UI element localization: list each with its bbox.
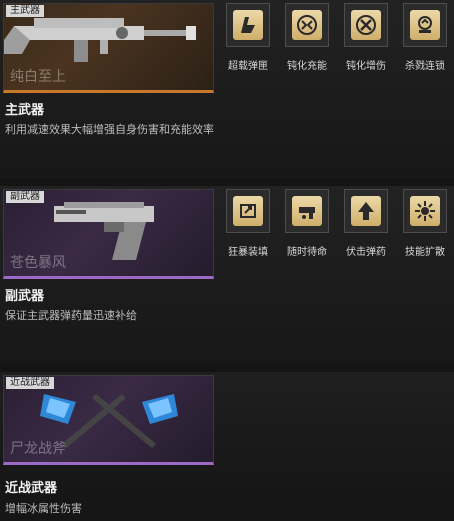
weapon-name: 纯白至上 — [10, 69, 66, 85]
skill-label: 技能扩散 — [405, 247, 445, 258]
skill-frame — [226, 3, 270, 47]
skill-list: 超载弹匣 钝化充能 钝化增伤 杀戮连锁 — [222, 3, 454, 73]
section-title: 近战武器 — [5, 481, 58, 496]
skill-frame — [285, 3, 329, 47]
skill-frame — [344, 189, 388, 233]
skill-item[interactable]: 技能扩散 — [399, 189, 451, 259]
skill-label: 狂暴装填 — [228, 247, 268, 258]
melee-weapon-card[interactable]: 近战武器 尸龙战斧 — [3, 375, 214, 465]
section-description: 保证主武器弹药量迅速补给 — [5, 309, 137, 322]
slot-tag: 主武器 — [6, 5, 44, 17]
skill-label: 钝化充能 — [287, 61, 327, 72]
skill-label: 随时待命 — [287, 247, 327, 258]
burst-icon — [410, 196, 440, 226]
slot-tag: 副武器 — [6, 191, 44, 203]
reload-icon — [233, 196, 263, 226]
secondary-weapon-section: 副武器 苍色暴风 狂暴装填 随时待命 伏击弹药 技能扩散 副武器 保证主武器弹药… — [0, 186, 454, 364]
skill-frame — [403, 189, 447, 233]
skill-frame — [344, 3, 388, 47]
primary-weapon-section: 主武器 纯白至上 超载弹匣 钝化充能 钝化增伤 杀戮连锁 主武器 利用减速效果大… — [0, 0, 454, 178]
cross-blades-icon — [351, 10, 381, 40]
skill-item[interactable]: 超载弹匣 — [222, 3, 274, 73]
skill-frame — [285, 189, 329, 233]
primary-weapon-card[interactable]: 主武器 纯白至上 — [3, 3, 214, 93]
skill-label: 钝化增伤 — [346, 61, 386, 72]
secondary-weapon-card[interactable]: 副武器 苍色暴风 — [3, 189, 214, 279]
skill-item[interactable]: 狂暴装填 — [222, 189, 274, 259]
skill-label: 杀戮连锁 — [405, 61, 445, 72]
section-description: 利用减速效果大幅增强自身伤害和充能效率 — [5, 123, 214, 136]
skill-label: 伏击弹药 — [346, 247, 386, 258]
section-description: 增幅冰属性伤害 — [5, 502, 82, 515]
section-title: 主武器 — [5, 103, 45, 118]
weapon-name: 尸龙战斧 — [10, 441, 66, 457]
melee-weapon-section: 近战武器 尸龙战斧 近战武器 增幅冰属性伤害 — [0, 372, 454, 521]
slot-tag: 近战武器 — [6, 377, 54, 389]
skill-item[interactable]: 伏击弹药 — [340, 189, 392, 259]
skill-list: 狂暴装填 随时待命 伏击弹药 技能扩散 — [222, 189, 454, 259]
chain-icon — [410, 10, 440, 40]
arrow-up-icon — [351, 196, 381, 226]
weapon-name: 苍色暴风 — [10, 255, 66, 271]
skill-item[interactable]: 钝化增伤 — [340, 3, 392, 73]
skill-frame — [403, 3, 447, 47]
skill-frame — [226, 189, 270, 233]
skill-item[interactable]: 钝化充能 — [281, 3, 333, 73]
standby-icon — [292, 196, 322, 226]
charge-icon — [292, 10, 322, 40]
skill-item[interactable]: 随时待命 — [281, 189, 333, 259]
skill-item[interactable]: 杀戮连锁 — [399, 3, 451, 73]
skill-label: 超载弹匣 — [228, 61, 268, 72]
section-title: 副武器 — [5, 289, 45, 304]
ammo-boost-icon — [233, 10, 263, 40]
